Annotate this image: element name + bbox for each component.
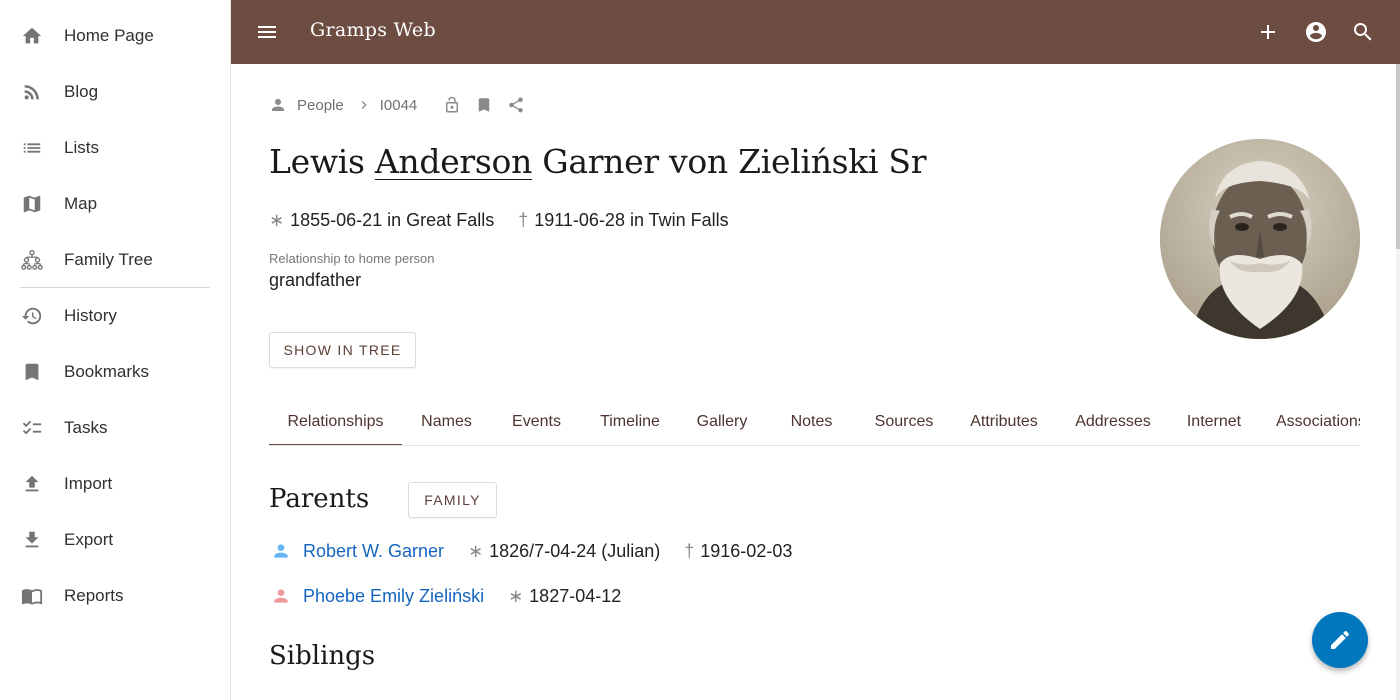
edit-fab-button[interactable] xyxy=(1312,612,1368,668)
sidebar-item-import[interactable]: Import xyxy=(0,462,230,506)
birth-icon: ∗ xyxy=(468,540,484,561)
birth-event: 1855-06-21 in Great Falls xyxy=(290,210,495,230)
tab-attributes[interactable]: Attributes xyxy=(951,399,1057,445)
female-person-icon xyxy=(269,584,293,608)
lock-open-icon[interactable] xyxy=(443,96,461,114)
chevron-right-icon xyxy=(361,101,367,109)
home-icon xyxy=(20,24,44,48)
sidebar-item-label: Reports xyxy=(64,586,124,605)
bookmark-icon[interactable] xyxy=(475,96,493,114)
tab-gallery[interactable]: Gallery xyxy=(678,399,766,445)
breadcrumb-person-id: I0044 xyxy=(379,96,418,114)
search-icon xyxy=(1354,23,1372,41)
sidebar-item-map[interactable]: Map xyxy=(0,182,230,226)
birth-icon: ∗ xyxy=(269,210,285,230)
sidebar-item-lists[interactable]: Lists xyxy=(0,126,230,170)
sidebar-item-label: Family Tree xyxy=(64,250,153,269)
book-icon xyxy=(20,584,44,608)
name-rest: Garner von Zieliński Sr xyxy=(542,142,927,181)
sidebar-item-label: Import xyxy=(64,474,113,493)
share-icon[interactable] xyxy=(507,96,525,114)
sidebar-item-label: Lists xyxy=(64,138,99,157)
upload-icon xyxy=(20,472,44,496)
sidebar-item-label: Blog xyxy=(64,82,99,101)
menu-button[interactable] xyxy=(253,18,281,46)
relationship-value: grandfather xyxy=(269,270,362,290)
family-tree-icon xyxy=(20,248,44,272)
death-event: 1911-06-28 in Twin Falls xyxy=(534,210,729,230)
tab-relationships[interactable]: Relationships xyxy=(269,399,402,445)
breadcrumb-people-link[interactable]: People xyxy=(297,97,344,114)
main-content: People I0044 Lewis Anderson Garner von Z… xyxy=(231,64,1396,700)
person-tabs: Relationships Names Events Timeline Gall… xyxy=(269,399,1360,446)
sidebar-item-family-tree[interactable]: Family Tree xyxy=(0,238,230,282)
pencil-icon xyxy=(1331,630,1350,649)
scrollbar-thumb[interactable] xyxy=(1396,64,1400,249)
account-button[interactable] xyxy=(1302,18,1330,46)
history-icon xyxy=(20,304,44,328)
sidebar-item-bookmarks[interactable]: Bookmarks xyxy=(0,350,230,394)
tab-sources[interactable]: Sources xyxy=(857,399,951,445)
sidebar-item-history[interactable]: History xyxy=(0,294,230,338)
download-icon xyxy=(20,528,44,552)
tab-addresses[interactable]: Addresses xyxy=(1057,399,1169,445)
add-button[interactable] xyxy=(1254,18,1282,46)
app-title: Gramps Web xyxy=(310,19,436,41)
sidebar-item-home-page[interactable]: Home Page xyxy=(0,14,230,58)
list-icon xyxy=(20,136,44,160)
person-avatar[interactable] xyxy=(1160,139,1360,339)
parent-death-date: 1916-02-03 xyxy=(700,540,793,561)
sidebar-item-label: History xyxy=(64,306,117,325)
siblings-heading: Siblings xyxy=(269,641,376,671)
person-icon xyxy=(272,99,284,111)
death-icon: † xyxy=(518,210,529,230)
male-person-icon xyxy=(269,539,293,563)
breadcrumb: People I0044 xyxy=(269,94,525,116)
first-name: Lewis xyxy=(269,142,365,181)
sidebar: Home Page Blog Lists Map Family Tree His… xyxy=(0,0,231,700)
menu-icon xyxy=(258,26,276,38)
person-life-events: ∗ 1855-06-21 in Great Falls † 1911-06-28… xyxy=(269,210,729,231)
parent-row: Robert W. Garner ∗ 1826/7-04-24 (Julian)… xyxy=(269,538,816,564)
parent-row: Phoebe Emily Zieliński ∗ 1827-04-12 xyxy=(269,583,645,609)
person-name: Lewis Anderson Garner von Zieliński Sr xyxy=(269,142,927,181)
map-icon xyxy=(20,192,44,216)
primary-surname: Anderson xyxy=(374,142,533,181)
tab-names[interactable]: Names xyxy=(402,399,491,445)
parent-name-link[interactable]: Robert W. Garner xyxy=(303,541,444,562)
sidebar-item-label: Map xyxy=(64,194,98,213)
sidebar-item-label: Tasks xyxy=(64,418,108,437)
rss-icon xyxy=(20,80,44,104)
parent-birth-date: 1826/7-04-24 (Julian) xyxy=(489,540,661,561)
birth-icon: ∗ xyxy=(508,585,524,606)
tab-notes[interactable]: Notes xyxy=(766,399,857,445)
death-icon: † xyxy=(684,540,695,561)
sidebar-item-reports[interactable]: Reports xyxy=(0,574,230,618)
sidebar-item-blog[interactable]: Blog xyxy=(0,70,230,114)
sidebar-item-label: Export xyxy=(64,530,114,549)
tab-internet[interactable]: Internet xyxy=(1169,399,1259,445)
show-in-tree-button[interactable]: SHOW IN TREE xyxy=(269,332,416,368)
sidebar-item-export[interactable]: Export xyxy=(0,518,230,562)
sidebar-divider xyxy=(20,287,210,288)
account-icon xyxy=(1306,22,1326,42)
family-button[interactable]: FAMILY xyxy=(408,482,497,518)
parent-birth-date: 1827-04-12 xyxy=(529,585,622,606)
search-button[interactable] xyxy=(1349,18,1377,46)
parent-name-link[interactable]: Phoebe Emily Zieliński xyxy=(303,586,484,607)
tab-associations[interactable]: Associations xyxy=(1259,399,1360,445)
portrait-image xyxy=(1160,139,1360,339)
parents-heading: Parents xyxy=(269,484,370,514)
sidebar-item-label: Bookmarks xyxy=(64,362,150,381)
tab-timeline[interactable]: Timeline xyxy=(582,399,678,445)
sidebar-item-label: Home Page xyxy=(64,26,154,45)
relationship-caption: Relationship to home person xyxy=(269,251,435,266)
tab-events[interactable]: Events xyxy=(491,399,582,445)
top-app-bar: Gramps Web xyxy=(231,0,1400,64)
bookmark-icon xyxy=(20,360,44,384)
add-icon xyxy=(1261,25,1275,39)
tasks-icon xyxy=(20,416,44,440)
sidebar-item-tasks[interactable]: Tasks xyxy=(0,406,230,450)
